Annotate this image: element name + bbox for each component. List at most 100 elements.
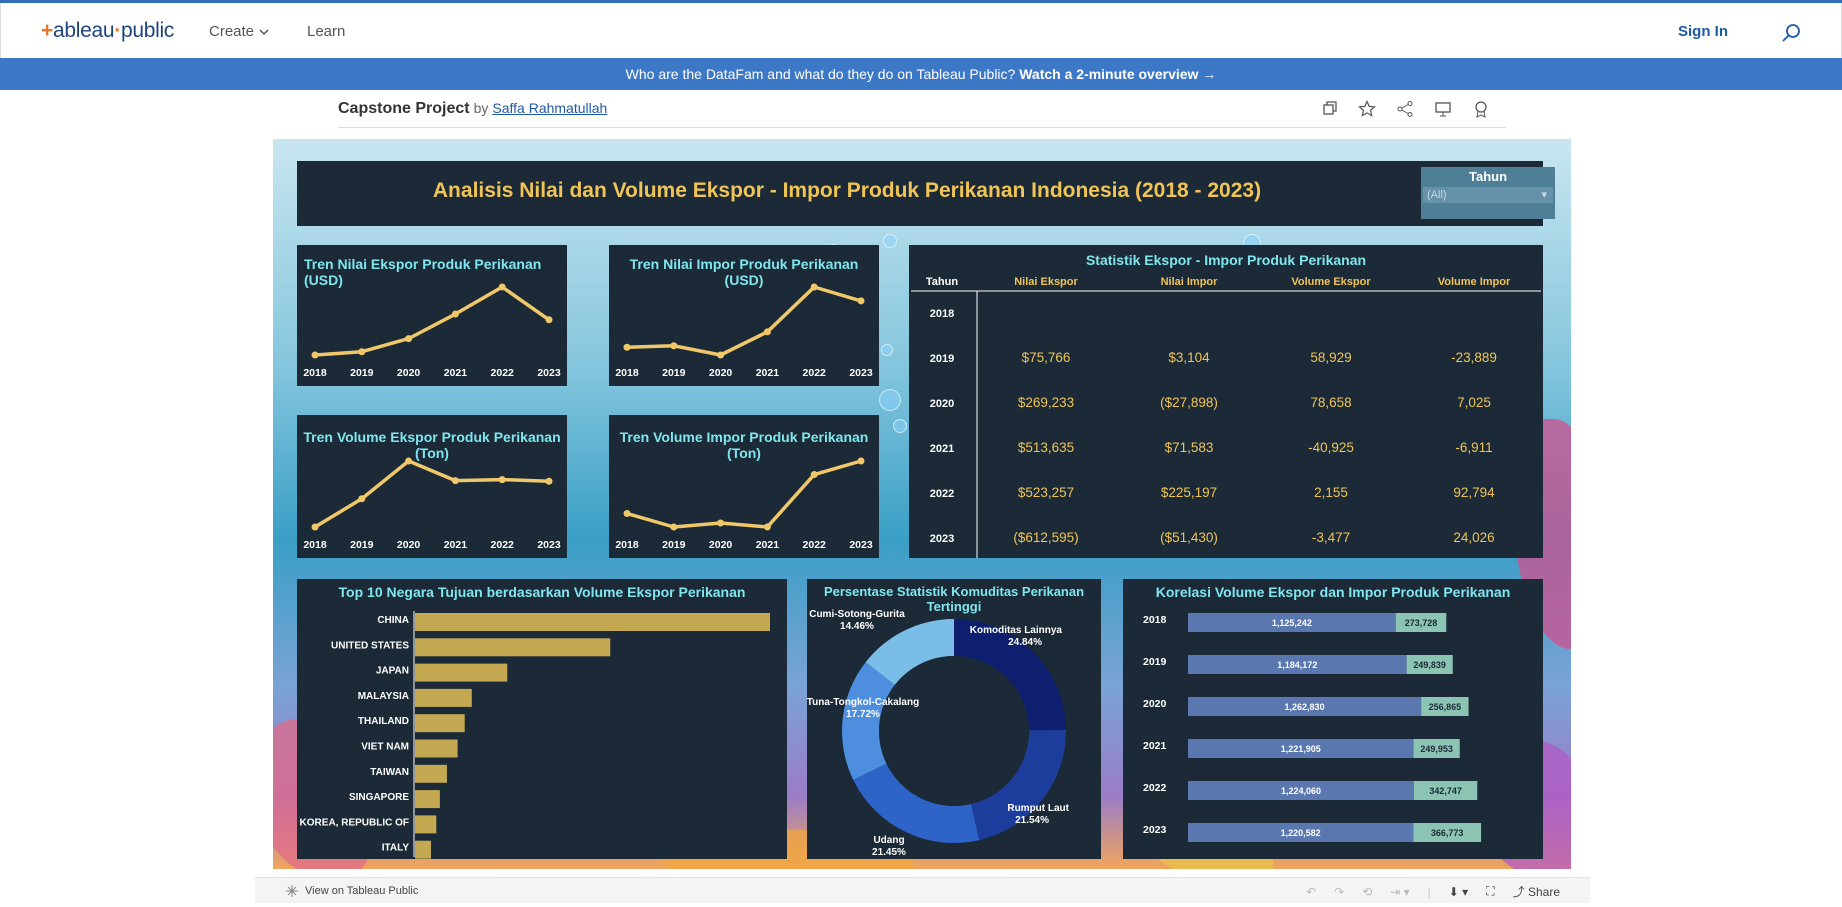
share-button[interactable]: ⤴ Share: [1513, 883, 1560, 900]
download-icon[interactable]: ⬇ ▾: [1449, 885, 1468, 899]
line-chart-nilai-impor: Tren Nilai Impor Produk Perikanan (USD) …: [609, 245, 879, 386]
year-label: 2020: [1143, 698, 1167, 710]
data-point: [623, 343, 631, 351]
copy-icon[interactable]: [1320, 100, 1338, 118]
viz-footer-toolbar: View on Tableau Public ↶ ↷ ⟲ ⇥ ▾ | ⬇ ▾ ⛶…: [255, 877, 1590, 903]
data-point: [717, 351, 725, 359]
x-tick-label: 2023: [537, 539, 561, 551]
data-point: [498, 476, 506, 484]
fullscreen-icon[interactable]: ⛶: [1486, 884, 1494, 899]
bar: [415, 714, 465, 733]
category-label: ITALY: [382, 843, 410, 854]
table-cell: -23,889: [1451, 350, 1497, 365]
share-label: Share: [1527, 885, 1560, 899]
slice-label: Udang: [873, 835, 904, 846]
x-tick-label: 2021: [756, 367, 780, 379]
series-line: [314, 459, 550, 529]
table-cell: $3,104: [1168, 350, 1210, 365]
x-tick-label: 2019: [350, 539, 374, 551]
x-tick-label: 2021: [444, 539, 468, 551]
category-label: UNITED STATES: [331, 640, 409, 651]
revert-icon[interactable]: ⟲: [1362, 885, 1372, 899]
x-tick-label: 2023: [849, 539, 873, 551]
export-value-label: 1,224,060: [1281, 786, 1321, 796]
table-cell: -6,911: [1455, 440, 1492, 455]
x-tick-label: 2020: [397, 539, 421, 551]
data-point: [670, 523, 678, 531]
viz-title-row: Capstone Project by Saffa Rahmatullah: [338, 100, 607, 118]
tableau-public-logo[interactable]: +ableau·public: [41, 19, 174, 43]
bar: [415, 815, 437, 834]
year-filter-dropdown[interactable]: (All) ▾: [1423, 187, 1553, 203]
commodity-donut-chart[interactable]: Komoditas Lainnya24.84% Rumput Laut21.54%…: [807, 579, 1101, 859]
row-year: 2021: [930, 443, 954, 455]
undo-icon[interactable]: ↶: [1306, 885, 1316, 899]
line-plot[interactable]: 2018 2019 2020 2021 2022 2023: [297, 245, 567, 386]
search-icon[interactable]: [1781, 22, 1803, 44]
slice-label: Komoditas Lainnya: [970, 625, 1063, 636]
badge-icon[interactable]: [1472, 100, 1490, 118]
data-point: [358, 348, 366, 356]
data-point: [810, 283, 818, 291]
data-point: [763, 328, 771, 336]
banner-link[interactable]: Watch a 2-minute overview →: [1019, 66, 1216, 82]
line-chart-nilai-ekspor: Tren Nilai Ekspor Produk Perikanan (USD)…: [297, 245, 567, 386]
donut-hole: [879, 656, 1029, 806]
x-tick-label: 2018: [615, 367, 639, 379]
row-year: 2018: [930, 308, 954, 320]
bar: [415, 613, 770, 631]
table-cell: 24,026: [1453, 530, 1494, 545]
category-label: KOREA, REPUBLIC OF: [300, 817, 409, 828]
data-point: [717, 519, 725, 527]
viz-title: Capstone Project: [338, 100, 470, 117]
x-tick-label: 2022: [803, 539, 827, 551]
x-tick-label: 2020: [397, 367, 421, 379]
table-cell: 7,025: [1457, 395, 1491, 410]
star-icon[interactable]: [1358, 100, 1376, 118]
year-filter-label: Tahun: [1468, 169, 1508, 184]
data-point: [451, 477, 459, 485]
share-nodes-icon[interactable]: [1396, 100, 1414, 118]
x-tick-label: 2018: [303, 539, 327, 551]
category-label: JAPAN: [376, 666, 409, 677]
import-value-label: 273,728: [1405, 618, 1438, 628]
row-year: 2019: [930, 353, 954, 365]
x-tick-label: 2019: [662, 539, 686, 551]
import-value-label: 256,865: [1429, 702, 1462, 712]
category-label: VIET NAM: [361, 742, 409, 753]
top10-bar-chart[interactable]: CHINA UNITED STATES JAPAN MALAYSIA THAILAND V…: [297, 579, 787, 859]
import-value-label: 249,839: [1413, 660, 1446, 670]
correlation-bar-chart[interactable]: 2018 1,125,242 273,728 2019 1,184,172 249,839…: [1123, 579, 1543, 859]
author-link[interactable]: Saffa Rahmatullah: [492, 100, 607, 116]
line-plot[interactable]: 2018 2019 2020 2021 2022 2023: [609, 245, 879, 386]
bar: [415, 638, 611, 657]
presentation-icon[interactable]: [1434, 100, 1452, 118]
data-point: [311, 351, 319, 359]
year-label: 2022: [1143, 782, 1167, 794]
year-label: 2019: [1143, 656, 1167, 668]
data-point: [545, 477, 553, 485]
sign-in-link[interactable]: Sign In: [1678, 23, 1728, 40]
line-plot[interactable]: 2018 2019 2020 2021 2022 2023: [297, 415, 567, 558]
category-label: TAIWAN: [370, 767, 409, 778]
redo-icon[interactable]: ↷: [1334, 885, 1344, 899]
nav-learn[interactable]: Learn: [307, 23, 345, 40]
chevron-down-icon: [259, 28, 269, 35]
category-label: THAILAND: [358, 716, 409, 727]
stats-table[interactable]: Tahun Nilai Ekspor Nilai Impor Volume Ekspo…: [909, 245, 1543, 558]
bubble-decoration: [893, 419, 907, 433]
line-plot[interactable]: 2018 2019 2020 2021 2022 2023: [609, 415, 879, 558]
view-on-tableau-link[interactable]: View on Tableau Public: [285, 884, 418, 898]
toolbar-divider: |: [1427, 884, 1431, 899]
pause-icon[interactable]: ⇥ ▾: [1390, 885, 1409, 899]
year-filter: Tahun (All) ▾: [1421, 167, 1555, 219]
nav-create[interactable]: Create: [209, 23, 270, 40]
row-year: 2022: [930, 488, 954, 500]
viz-header: Capstone Project by Saffa Rahmatullah: [338, 96, 1506, 128]
data-point: [405, 457, 413, 465]
export-value-label: 1,125,242: [1272, 618, 1312, 628]
slice-percent: 21.54%: [1015, 815, 1049, 826]
row-year: 2023: [930, 533, 954, 545]
x-tick-label: 2021: [444, 367, 468, 379]
data-point: [311, 523, 319, 531]
